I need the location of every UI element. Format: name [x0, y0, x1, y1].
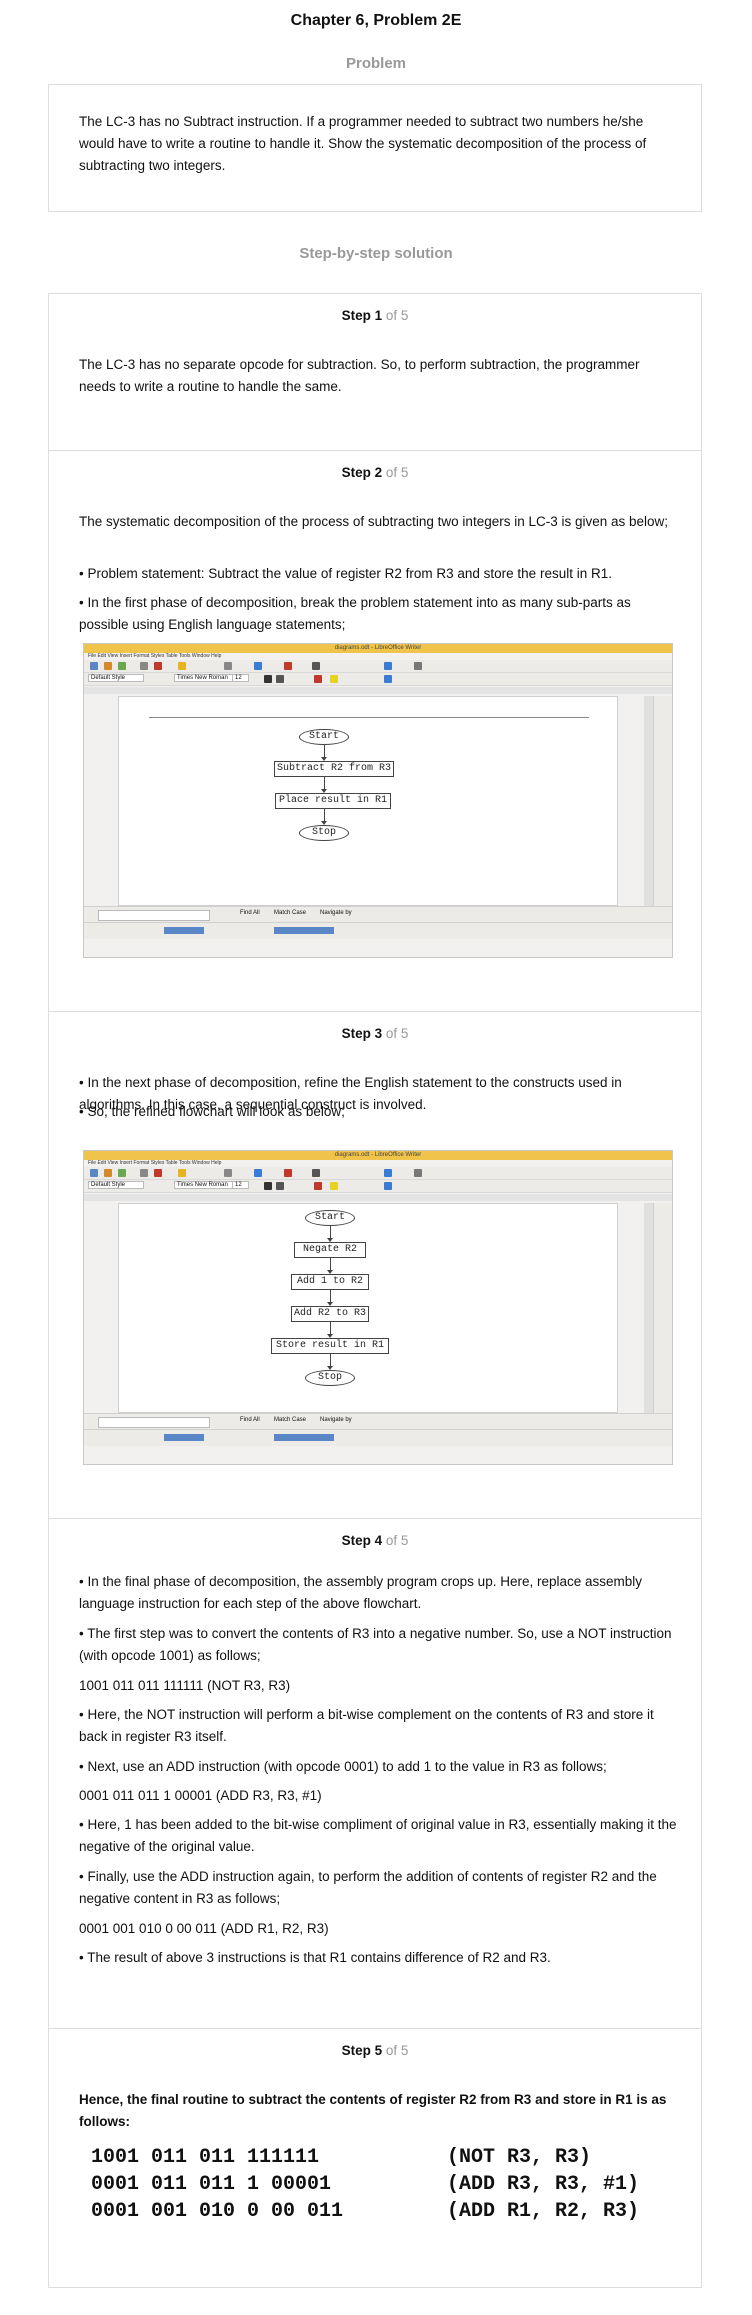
window-titlebar: diagrams.odt - LibreOffice Writer — [84, 644, 672, 653]
step-4-para: • The first step was to convert the cont… — [79, 1626, 672, 1663]
ruler — [84, 687, 672, 694]
step-3-header: Step 3 of 5 — [341, 1026, 409, 1041]
step-1-text: The LC-3 has no separate opcode for subt… — [79, 357, 640, 394]
flow-node: Add R2 to R3 — [291, 1306, 369, 1322]
step-4-para: • In the final phase of decomposition, t… — [79, 1574, 643, 1611]
find-input[interactable] — [98, 910, 210, 921]
find-input[interactable] — [98, 1417, 210, 1428]
drawing-toolbar — [84, 1429, 672, 1446]
toolbar-formatting: Default Style Times New Roman 12 — [84, 1180, 672, 1193]
flow-node: Subtract R2 from R3 — [274, 761, 394, 777]
ruler — [84, 1194, 672, 1201]
toolbar-standard — [84, 660, 672, 673]
step-2-para: • In the first phase of decomposition, b… — [79, 595, 631, 632]
step-2-header: Step 2 of 5 — [341, 465, 409, 480]
menu-bar: File Edit View Insert Format Styles Tabl… — [88, 1160, 222, 1166]
sidebar-panel — [653, 696, 672, 906]
step-4-para: • Here, 1 has been added to the bit-wise… — [79, 1817, 677, 1854]
flow-node: Stop — [299, 825, 349, 841]
step-5-header: Step 5 of 5 — [341, 2043, 409, 2058]
document-page: Start Subtract R2 from R3 Place result i… — [118, 696, 618, 906]
find-toolbar: Find All Match Case Navigate by — [84, 906, 672, 923]
problem-card: The LC-3 has no Subtract instruction. If… — [48, 84, 702, 212]
flow-node: Add 1 to R2 — [291, 1274, 369, 1290]
find-toolbar: Find All Match Case Navigate by — [84, 1413, 672, 1430]
code-asm: (ADD R1, R2, R3) — [447, 2200, 640, 2223]
step-4-para: • Here, the NOT instruction will perform… — [79, 1707, 654, 1744]
code-asm: (NOT R3, R3) — [447, 2146, 592, 2169]
step-5-card: Step 5 of 5 Hence, the final routine to … — [48, 2028, 702, 2288]
flow-node: Stop — [305, 1370, 355, 1386]
step-1-card: Step 1 of 5 The LC-3 has no separate opc… — [48, 293, 702, 451]
step-4-para: 0001 001 010 0 00 011 (ADD R1, R2, R3) — [79, 1921, 329, 1936]
drawing-toolbar — [84, 922, 672, 939]
flow-node: Start — [299, 729, 349, 745]
step-3-card: Step 3 of 5 • In the next phase of decom… — [48, 1011, 702, 1519]
scrollbar[interactable] — [644, 1203, 653, 1413]
header-line — [149, 717, 589, 718]
flow-node: Place result in R1 — [275, 793, 391, 809]
flow-node: Start — [305, 1210, 355, 1226]
sidebar-panel — [653, 1203, 672, 1413]
scrollbar[interactable] — [644, 696, 653, 906]
page-title: Chapter 6, Problem 2E — [290, 12, 462, 29]
problem-heading: Problem — [345, 55, 406, 72]
step-4-para: 1001 011 011 111111 (NOT R3, R3) — [79, 1678, 291, 1693]
menu-bar: File Edit View Insert Format Styles Tabl… — [88, 653, 222, 659]
code-asm: (ADD R3, R3, #1) — [447, 2173, 640, 2196]
window-titlebar: diagrams.odt - LibreOffice Writer — [84, 1151, 672, 1160]
step-5-intro: Hence, the final routine to subtract the… — [79, 2092, 667, 2129]
step-4-card: Step 4 of 5 • In the final phase of deco… — [48, 1518, 702, 2029]
step-1-header: Step 1 of 5 — [341, 308, 409, 323]
libreoffice-screenshot: diagrams.odt - LibreOffice Writer File E… — [83, 1150, 673, 1465]
flow-node: Negate R2 — [294, 1242, 366, 1258]
step-4-para: • Next, use an ADD instruction (with opc… — [79, 1759, 607, 1774]
step-2-card: Step 2 of 5 The systematic decomposition… — [48, 450, 702, 1012]
solution-heading: Step-by-step solution — [299, 245, 453, 262]
step-4-para: 0001 011 011 1 00001 (ADD R3, R3, #1) — [79, 1788, 322, 1803]
step-2-para: • Problem statement: Subtract the value … — [79, 566, 612, 581]
code-binary: 0001 001 010 0 00 011 — [91, 2200, 344, 2223]
step-4-para: • Finally, use the ADD instruction again… — [79, 1869, 657, 1906]
toolbar-formatting: Default Style Times New Roman 12 — [84, 673, 672, 686]
flow-node: Store result in R1 — [271, 1338, 389, 1354]
problem-text: The LC-3 has no Subtract instruction. If… — [79, 114, 647, 173]
toolbar-standard — [84, 1167, 672, 1180]
step-3-para: • So, the refined flowchart will look as… — [79, 1104, 345, 1119]
step-2-para: The systematic decomposition of the proc… — [79, 514, 669, 529]
step-4-para: • The result of above 3 instructions is … — [79, 1950, 551, 1965]
document-page: Start Negate R2 Add 1 to R2 Add R2 to R3… — [118, 1203, 618, 1413]
libreoffice-screenshot: diagrams.odt - LibreOffice Writer File E… — [83, 643, 673, 958]
code-binary: 1001 011 011 111111 — [91, 2146, 320, 2169]
code-binary: 0001 011 011 1 00001 — [91, 2173, 332, 2196]
step-4-header: Step 4 of 5 — [341, 1533, 409, 1548]
